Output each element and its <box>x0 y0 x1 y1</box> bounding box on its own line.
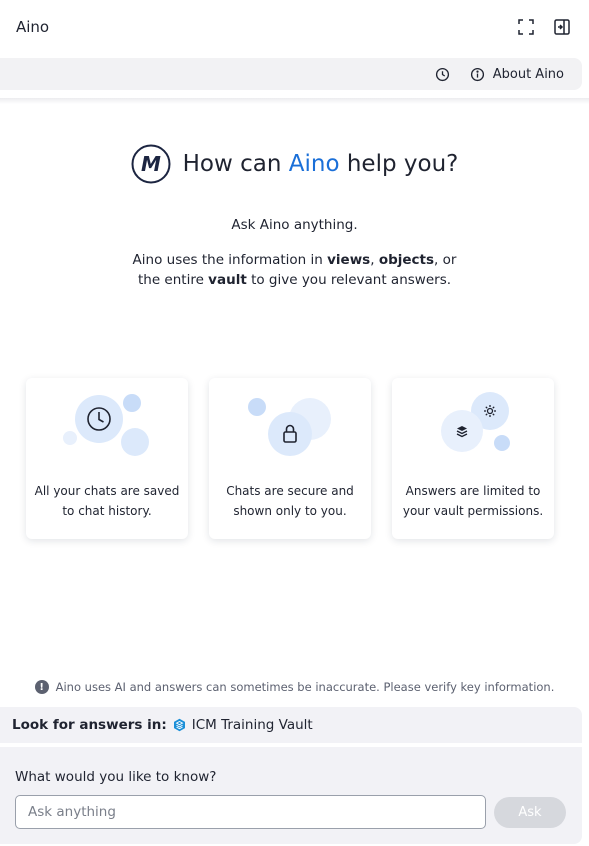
history-button[interactable] <box>435 67 450 82</box>
feature-card-permissions: Answers are limited to your vault permiss… <box>392 378 554 539</box>
about-button[interactable]: About Aino <box>470 67 564 82</box>
feature-card-text: Chats are secure and shown only to you. <box>226 484 354 518</box>
page-title: How can Aino help you? <box>182 151 459 177</box>
close-panel-icon[interactable] <box>553 18 571 36</box>
expand-icon[interactable] <box>517 18 535 36</box>
app-title: Aino <box>16 18 50 36</box>
brand-name: Aino <box>288 151 340 177</box>
feature-card-text: Answers are limited to your vault permiss… <box>402 484 544 518</box>
lead-text: Ask Aino anything. <box>231 217 358 233</box>
svg-text:M: M <box>141 152 161 176</box>
window-controls <box>517 18 571 36</box>
ai-disclaimer: ! Aino uses AI and answers can sometimes… <box>0 680 589 694</box>
vault-selector[interactable]: ICM Training Vault <box>192 717 313 733</box>
info-icon <box>470 67 484 81</box>
compose-prompt: What would you like to know? <box>15 769 217 785</box>
feature-card-text: All your chats are saved to chat history. <box>34 484 180 518</box>
security-illustration <box>248 398 331 456</box>
history-illustration <box>63 394 149 456</box>
clock-icon <box>435 67 449 81</box>
aino-logo-icon: M <box>131 144 171 184</box>
warning-icon: ! <box>34 680 49 694</box>
about-label: About Aino <box>492 66 564 82</box>
feature-cards: All your chats are saved to chat history.… <box>26 378 554 539</box>
permissions-illustration <box>441 392 510 452</box>
ask-input[interactable] <box>15 795 486 829</box>
feature-card-security: Chats are secure and shown only to you. <box>209 378 371 539</box>
compose-panel: What would you like to know? Ask <box>0 747 582 844</box>
answer-scope: Look for answers in: ICM Training Vault <box>0 707 582 743</box>
description-text: Aino uses the information in views, obje… <box>132 252 457 288</box>
disclaimer-text: Aino uses AI and answers can sometimes b… <box>55 680 555 694</box>
hero-heading: M How can Aino help you? <box>0 144 589 184</box>
vault-icon <box>173 718 185 732</box>
ask-button[interactable]: Ask <box>494 797 566 828</box>
scope-label: Look for answers in: <box>12 717 167 733</box>
feature-card-history: All your chats are saved to chat history. <box>26 378 188 539</box>
header-divider <box>0 98 589 104</box>
toolbar: About Aino <box>0 58 582 90</box>
